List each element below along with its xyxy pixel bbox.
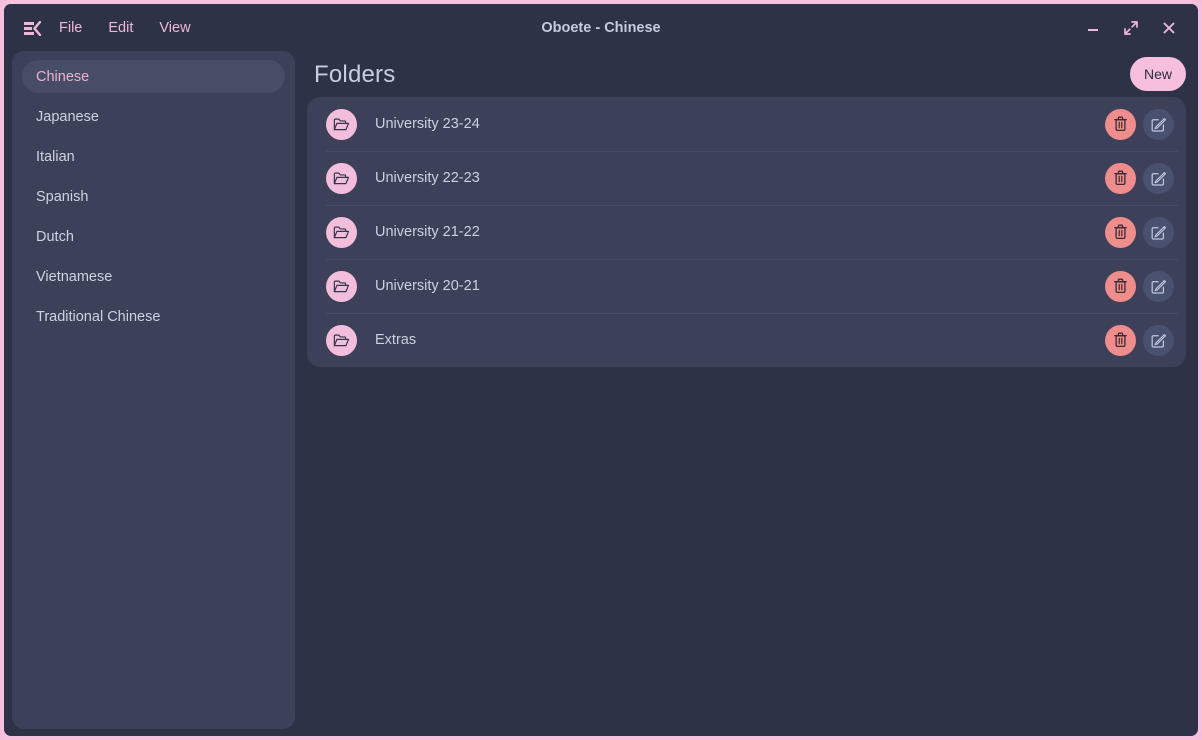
- header-bar: File Edit View Oboete - Chinese: [4, 4, 1198, 52]
- folder-row[interactable]: University 23-24: [307, 97, 1186, 151]
- sidebar-item-label: Vietnamese: [36, 268, 113, 285]
- folder-open-icon: [326, 270, 357, 302]
- sidebar-item-japanese[interactable]: Japanese: [22, 100, 285, 133]
- edit-pencil-icon: [1151, 117, 1167, 132]
- new-folder-button[interactable]: New: [1129, 57, 1186, 91]
- folder-row-actions: [1105, 162, 1174, 194]
- trash-icon: [1114, 332, 1127, 348]
- folder-open-icon-glyph: [333, 334, 350, 346]
- folder-name: Extras: [375, 332, 417, 348]
- sidebar-item-label: Japanese: [36, 108, 99, 125]
- trash-icon: [1114, 170, 1127, 186]
- folder-row-actions: [1105, 216, 1174, 248]
- sidebar-item-label: Spanish: [36, 188, 89, 205]
- folder-open-icon-glyph: [333, 280, 350, 292]
- minimize-button[interactable]: [1078, 13, 1108, 43]
- folder-open-icon: [326, 324, 357, 356]
- main-content: Folders New University 23-24 University …: [295, 52, 1198, 736]
- trash-icon: [1114, 116, 1127, 132]
- edit-folder-button[interactable]: [1143, 270, 1174, 302]
- folder-name: University 20-21: [375, 278, 480, 294]
- folder-open-icon-glyph: [333, 172, 350, 184]
- window-inner: File Edit View Oboete - Chinese Chinese …: [4, 4, 1198, 736]
- edit-folder-button[interactable]: [1143, 108, 1174, 140]
- delete-folder-button[interactable]: [1105, 270, 1136, 302]
- folder-name: University 21-22: [375, 224, 480, 240]
- edit-pencil-icon: [1151, 225, 1167, 240]
- sidebar-list-icon[interactable]: [18, 14, 46, 42]
- folder-open-icon: [326, 162, 357, 194]
- sidebar-item-label: Italian: [36, 148, 75, 165]
- delete-folder-button[interactable]: [1105, 324, 1136, 356]
- menu-file[interactable]: File: [46, 16, 95, 40]
- edit-folder-button[interactable]: [1143, 162, 1174, 194]
- sidebar-item-label: Traditional Chinese: [36, 308, 161, 325]
- main-header: Folders New: [307, 52, 1186, 97]
- folder-row-actions: [1105, 270, 1174, 302]
- delete-folder-button[interactable]: [1105, 108, 1136, 140]
- folder-row-actions: [1105, 108, 1174, 140]
- edit-pencil-icon: [1151, 333, 1167, 348]
- folder-row[interactable]: Extras: [307, 313, 1186, 367]
- sidebar-item-vietnamese[interactable]: Vietnamese: [22, 260, 285, 293]
- folder-open-icon-glyph: [333, 118, 350, 130]
- edit-folder-button[interactable]: [1143, 324, 1174, 356]
- page-title: Folders: [314, 60, 396, 88]
- app-window: File Edit View Oboete - Chinese Chinese …: [0, 0, 1202, 740]
- delete-folder-button[interactable]: [1105, 162, 1136, 194]
- folder-row[interactable]: University 20-21: [307, 259, 1186, 313]
- sidebar-item-italian[interactable]: Italian: [22, 140, 285, 173]
- edit-pencil-icon: [1151, 279, 1167, 294]
- delete-folder-button[interactable]: [1105, 216, 1136, 248]
- edit-folder-button[interactable]: [1143, 216, 1174, 248]
- menu-bar: File Edit View: [4, 14, 204, 42]
- folder-name: University 23-24: [375, 116, 480, 132]
- window-controls: [1078, 13, 1198, 43]
- maximize-button[interactable]: [1116, 13, 1146, 43]
- sidebar-item-label: Chinese: [36, 68, 90, 85]
- folder-list: University 23-24 University 22-23 Univer…: [307, 97, 1186, 367]
- sidebar-item-traditional-chinese[interactable]: Traditional Chinese: [22, 300, 285, 333]
- folder-row[interactable]: University 21-22: [307, 205, 1186, 259]
- folder-row-actions: [1105, 324, 1174, 356]
- folder-open-icon-glyph: [333, 226, 350, 238]
- sidebar-list-icon-glyph: [23, 20, 41, 36]
- minimize-icon: [1088, 29, 1098, 31]
- close-icon: [1163, 22, 1175, 34]
- edit-pencil-icon: [1151, 171, 1167, 186]
- folder-row[interactable]: University 22-23: [307, 151, 1186, 205]
- sidebar-item-spanish[interactable]: Spanish: [22, 180, 285, 213]
- sidebar-item-dutch[interactable]: Dutch: [22, 220, 285, 253]
- maximize-icon: [1124, 21, 1138, 35]
- menu-view[interactable]: View: [146, 16, 203, 40]
- close-button[interactable]: [1154, 13, 1184, 43]
- sidebar-item-label: Dutch: [36, 228, 74, 245]
- folder-open-icon: [326, 216, 357, 248]
- sidebar-item-chinese[interactable]: Chinese: [22, 60, 285, 93]
- trash-icon: [1114, 224, 1127, 240]
- sidebar: Chinese Japanese Italian Spanish Dutch V…: [12, 51, 295, 729]
- folder-name: University 22-23: [375, 170, 480, 186]
- trash-icon: [1114, 278, 1127, 294]
- menu-edit[interactable]: Edit: [95, 16, 146, 40]
- folder-open-icon: [326, 108, 357, 140]
